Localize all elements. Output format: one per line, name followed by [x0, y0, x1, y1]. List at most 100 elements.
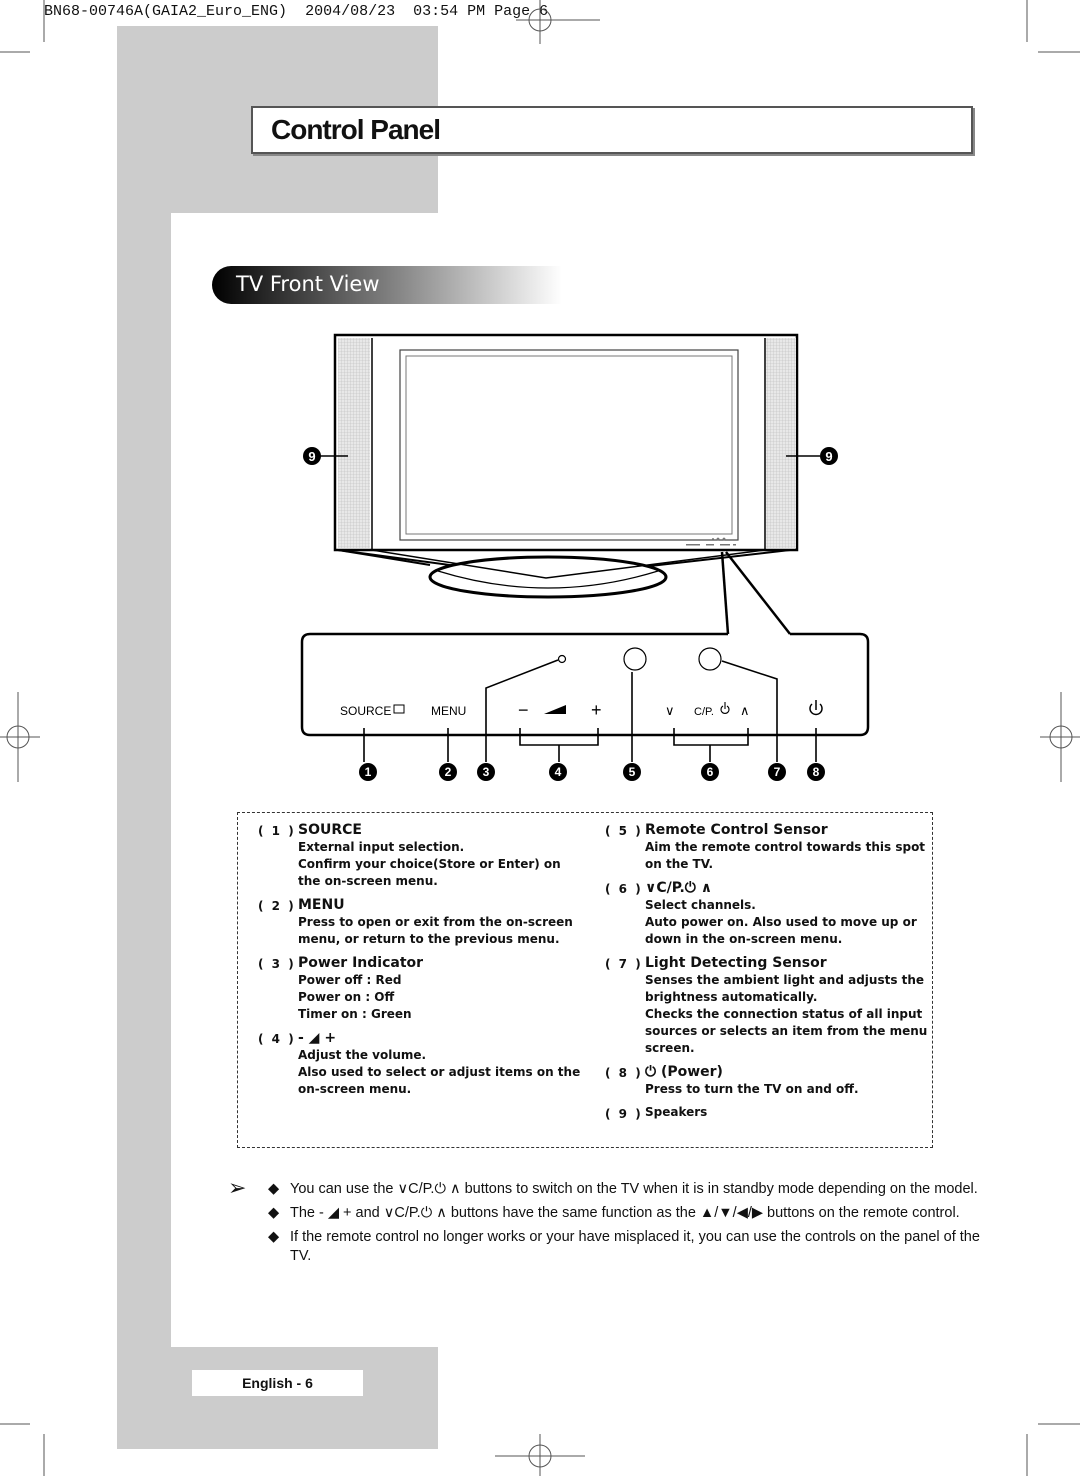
item-number: ( 6 ): [605, 882, 643, 896]
callout-2: 2: [439, 763, 457, 781]
item-description-line: Power on : Off: [298, 990, 395, 1004]
callout-6: 6: [701, 763, 719, 781]
callout-9-right-label: 9: [825, 449, 832, 464]
descriptions-box: ( 1 ) SOURCE External input selection. Conf…: [237, 812, 933, 1148]
item-heading: Remote Control Sensor: [645, 822, 828, 838]
page-band-left: [117, 213, 171, 1449]
note-text: If the remote control no longer works or…: [290, 1229, 980, 1264]
item-description-line: Select channels.: [645, 898, 756, 912]
item-number: ( 8 ): [605, 1066, 643, 1080]
item-description-line: Aim the remote control towards this spot: [645, 840, 926, 854]
panel-volume-up-button[interactable]: +: [591, 700, 602, 720]
item-description-line: Adjust the volume.: [298, 1048, 427, 1062]
callout-8-label: 8: [813, 765, 820, 779]
description-item: ( 1 ) SOURCE External input selection. Conf…: [238, 821, 583, 890]
callout-4-label: 4: [555, 765, 562, 779]
panel-volume-down-button[interactable]: −: [518, 700, 529, 720]
descriptions-right-column: ( 5 ) Remote Control Sensor Aim the remote…: [585, 821, 930, 1127]
power-indicator-led: [557, 654, 567, 664]
item-number: ( 3 ): [258, 957, 296, 971]
description-item: ( 5 ) Remote Control Sensor Aim the remote…: [585, 821, 930, 873]
source-input-icon: [393, 704, 405, 714]
registration-target-left: [0, 692, 40, 782]
item-description-line: Timer on : Green: [298, 1007, 412, 1021]
description-item: ( 3 ) Power Indicator Power off : Red Power…: [238, 954, 583, 1023]
item-description-line: External input selection.: [298, 840, 465, 854]
item-description-line: down in the on-screen menu.: [645, 932, 843, 946]
item-heading: ∨C/P.⏻ ∧: [645, 880, 713, 896]
callout-1: 1: [359, 763, 377, 781]
speaker-left: [338, 338, 370, 548]
callout-5-label: 5: [629, 765, 636, 779]
callout-7-label: 7: [774, 765, 781, 779]
note-item: ◆ You can use the ∨C/P.⏻ ∧ buttons to swi…: [228, 1180, 988, 1199]
power-icon: [720, 702, 730, 714]
item-description-line: on the TV.: [645, 857, 714, 871]
panel-channel-up-button[interactable]: ∧: [740, 703, 750, 718]
remote-control-sensor: [623, 647, 647, 671]
item-number: ( 1 ): [258, 824, 296, 838]
item-description-line: Speakers: [645, 1105, 708, 1119]
item-description-line: the on-screen menu.: [298, 874, 438, 888]
item-number: ( 4 ): [258, 1032, 296, 1046]
callout-2-label: 2: [445, 765, 452, 779]
note-text: You can use the ∨C/P.⏻ ∧ buttons to swit…: [290, 1181, 978, 1197]
bullet-diamond-icon: ◆: [268, 1181, 280, 1197]
item-heading: MENU: [298, 897, 345, 913]
item-description-line: Auto power on. Also used to move up or: [645, 915, 917, 929]
description-item: ( 9 ) Speakers: [585, 1104, 930, 1121]
volume-icon: [544, 705, 566, 714]
tv-front-diagram: 9 9 SOURCE MENU − + ∨ C/P. ∧ 1 2 3 4 5 6…: [300, 333, 870, 781]
item-number: ( 2 ): [258, 899, 296, 913]
callout-6-label: 6: [707, 765, 714, 779]
item-description-line: Press to open or exit from the on-screen: [298, 915, 573, 929]
callout-1-label: 1: [365, 765, 372, 779]
panel-menu-button[interactable]: MENU: [431, 704, 466, 718]
description-item: ( 6 ) ∨C/P.⏻ ∧ Select channels. Auto power …: [585, 879, 930, 948]
panel-source-button[interactable]: SOURCE: [340, 704, 391, 718]
panel-cp-label: C/P.: [694, 706, 714, 718]
item-description-line: screen.: [645, 1041, 695, 1055]
callout-7: 7: [768, 763, 786, 781]
bullet-diamond-icon: ◆: [268, 1205, 280, 1221]
item-number: ( 5 ): [605, 824, 643, 838]
item-description-line: brightness automatically.: [645, 990, 818, 1004]
descriptions-left-column: ( 1 ) SOURCE External input selection. Conf…: [238, 821, 583, 1104]
item-description-line: Press to turn the TV on and off.: [645, 1082, 859, 1096]
control-panel-enlargement: SOURCE MENU − + ∨ C/P. ∧ 1 2 3 4 5 6 7 8: [300, 632, 870, 781]
panel-power-button[interactable]: [809, 700, 823, 716]
callout-3-label: 3: [483, 765, 490, 779]
item-heading: Light Detecting Sensor: [645, 955, 827, 971]
item-description-line: menu, or return to the previous menu.: [298, 932, 560, 946]
speaker-right: [766, 338, 796, 548]
item-description-line: Senses the ambient light and adjusts the: [645, 973, 925, 987]
tv-cabinet: [333, 333, 799, 552]
note-item: ◆ If the remote control no longer works o…: [228, 1228, 988, 1266]
item-number: ( 7 ): [605, 957, 643, 971]
page-band-bottom: [117, 1347, 438, 1449]
note-item: ◆ The - ◢ + and ∨C/P.⏻ ∧ buttons have the…: [228, 1204, 988, 1223]
callout-4: 4: [549, 763, 567, 781]
registration-target-right: [1040, 692, 1080, 782]
item-description-line: Checks the connection status of all inpu…: [645, 1007, 923, 1021]
item-description-line: Also used to select or adjust items on t…: [298, 1065, 581, 1079]
light-detecting-sensor: [698, 647, 722, 671]
description-item: ( 8 ) ⏻ (Power) Press to turn the TV on an…: [585, 1063, 930, 1098]
item-description-line: on-screen menu.: [298, 1082, 412, 1096]
callout-9-left-label: 9: [308, 449, 315, 464]
tv-screen: [405, 355, 733, 535]
item-heading: - ◢ +: [298, 1030, 337, 1046]
callout-5: 5: [623, 763, 641, 781]
description-item: ( 2 ) MENU Press to open or exit from the …: [238, 896, 583, 948]
item-heading: SOURCE: [298, 822, 362, 838]
item-description-line: Power off : Red: [298, 973, 402, 987]
item-number: ( 9 ): [605, 1107, 643, 1121]
section-heading-text: TV Front View: [236, 272, 380, 296]
bullet-diamond-icon: ◆: [268, 1229, 280, 1245]
callout-3: 3: [477, 763, 495, 781]
registration-target-bottom: [495, 1434, 585, 1476]
panel-channel-down-button[interactable]: ∨: [665, 703, 675, 718]
zoom-lines: [720, 551, 791, 635]
callout-8: 8: [807, 763, 825, 781]
item-description-line: sources or selects an item from the menu: [645, 1024, 928, 1038]
